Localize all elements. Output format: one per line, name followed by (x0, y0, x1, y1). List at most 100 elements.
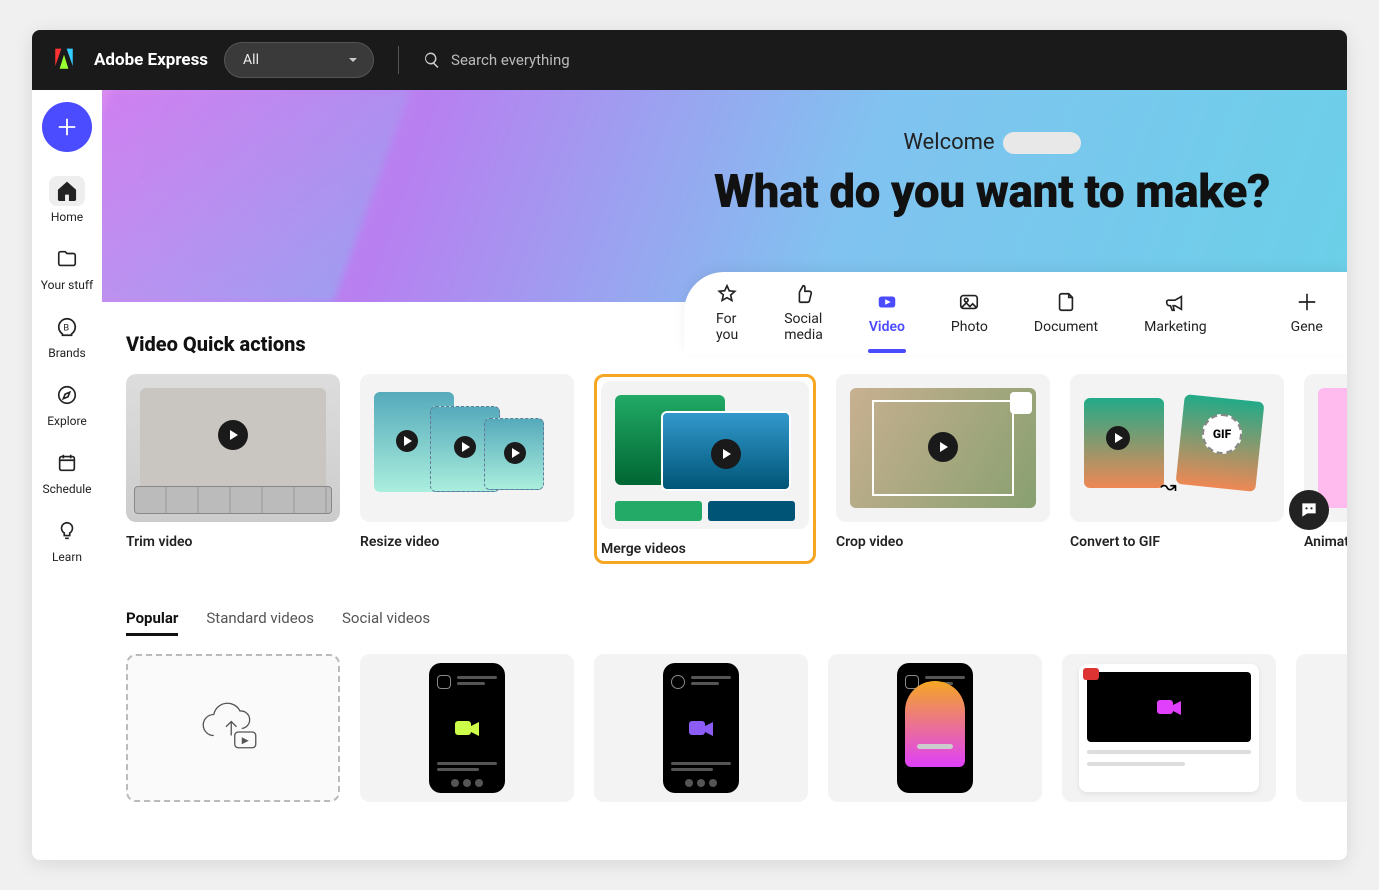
yt-mock (1079, 664, 1259, 792)
welcome-username-placeholder (1003, 132, 1081, 154)
sidebar-item-home[interactable]: Home (37, 168, 97, 232)
category-generate[interactable]: Gene (1287, 283, 1327, 343)
hero-content: Welcome What do you want to make? (677, 130, 1307, 219)
plus-icon (56, 116, 78, 138)
cat-label: For you (716, 311, 738, 343)
sidebar-item-explore[interactable]: Explore (37, 372, 97, 436)
video-cam-icon (453, 717, 481, 739)
card-title: Crop video (836, 534, 1050, 550)
card-title: Resize video (360, 534, 574, 550)
template-tabs: Popular Standard videos Social videos (126, 609, 1347, 636)
sparkle-icon (1296, 291, 1318, 313)
nav-label: Explore (47, 414, 87, 428)
welcome-text: Welcome (903, 130, 994, 155)
divider (398, 46, 399, 74)
content: Video Quick actions Trim video Resize vi… (102, 302, 1347, 802)
video-icon (876, 291, 898, 313)
thumb (601, 381, 809, 529)
phone-mock (897, 663, 973, 793)
sidebar-item-learn[interactable]: Learn (37, 508, 97, 572)
hero-banner: Welcome What do you want to make? (102, 90, 1347, 302)
hero-title: What do you want to make? (677, 165, 1307, 219)
thumb (126, 374, 340, 522)
sidebar-item-brands[interactable]: B Brands (37, 304, 97, 368)
search-icon (423, 51, 441, 69)
thumbs-up-icon (793, 283, 815, 305)
quick-action-crop-video[interactable]: Crop video (836, 374, 1050, 564)
cat-label: Video (869, 319, 905, 335)
template-youtube[interactable] (1062, 654, 1276, 802)
calendar-icon (56, 452, 78, 474)
cat-label: Marketing (1144, 319, 1207, 335)
search-filter-dropdown[interactable]: All (224, 42, 374, 78)
template-generic[interactable] (1296, 654, 1347, 802)
cat-label: Social media (784, 311, 823, 343)
video-cam-icon (1155, 696, 1183, 718)
template-tab-social[interactable]: Social videos (342, 609, 430, 636)
category-video[interactable]: Video (865, 283, 909, 343)
category-tabs: For you Social media Video Photo Documen… (684, 272, 1347, 354)
quick-actions-row: Trim video Resize video Merge videos Cro… (126, 374, 1347, 564)
lightbulb-icon (56, 520, 78, 542)
category-social-media[interactable]: Social media (780, 275, 827, 351)
nav-label: Brands (48, 346, 85, 360)
nav-label: Your stuff (41, 278, 93, 292)
folder-icon (56, 248, 78, 270)
video-cam-icon (687, 717, 715, 739)
thumb: GIF↝ (1070, 374, 1284, 522)
sidebar-item-your-stuff[interactable]: Your stuff (37, 236, 97, 300)
phone-mock (429, 663, 505, 793)
template-tab-standard[interactable]: Standard videos (206, 609, 314, 636)
upload-cloud-icon (198, 701, 268, 756)
thumb (836, 374, 1050, 522)
document-icon (1055, 291, 1077, 313)
adobe-logo-icon (50, 46, 78, 74)
phone-mock (663, 663, 739, 793)
template-upload[interactable] (126, 654, 340, 802)
filter-label: All (243, 52, 259, 68)
gif-badge: GIF (1202, 414, 1242, 454)
category-marketing[interactable]: Marketing (1140, 283, 1211, 343)
home-icon (56, 180, 78, 202)
quick-action-resize-video[interactable]: Resize video (360, 374, 574, 564)
photo-icon (958, 291, 980, 313)
thumb (360, 374, 574, 522)
nav-label: Home (51, 210, 83, 224)
search-input[interactable] (451, 51, 1329, 69)
category-document[interactable]: Document (1030, 283, 1102, 343)
card-title: Convert to GIF (1070, 534, 1284, 550)
feedback-button[interactable] (1289, 490, 1329, 530)
quick-action-trim-video[interactable]: Trim video (126, 374, 340, 564)
template-instagram-story[interactable] (828, 654, 1042, 802)
compass-icon (56, 384, 78, 406)
card-title: Trim video (126, 534, 340, 550)
cat-label: Document (1034, 319, 1098, 335)
star-icon (716, 283, 738, 305)
template-instagram-reel[interactable] (360, 654, 574, 802)
app-window: Adobe Express All Home Your stuff (32, 30, 1347, 860)
template-tiktok[interactable] (594, 654, 808, 802)
category-photo[interactable]: Photo (947, 283, 992, 343)
quick-action-convert-to-gif[interactable]: GIF↝ Convert to GIF (1070, 374, 1284, 564)
sidebar-item-schedule[interactable]: Schedule (37, 440, 97, 504)
card-title: Merge videos (601, 541, 809, 557)
category-for-you[interactable]: For you (712, 275, 742, 351)
body: Home Your stuff B Brands Explore Schedul… (32, 90, 1347, 860)
megaphone-icon (1164, 291, 1186, 313)
brands-icon: B (56, 316, 78, 338)
create-new-button[interactable] (42, 102, 92, 152)
brand-title: Adobe Express (94, 50, 208, 70)
chat-smile-icon (1299, 500, 1319, 520)
main: Welcome What do you want to make? For yo… (102, 90, 1347, 860)
cat-label: Gene (1291, 319, 1323, 335)
nav-label: Learn (52, 550, 82, 564)
card-title: Animate fro (1304, 534, 1347, 550)
topbar: Adobe Express All (32, 30, 1347, 90)
quick-action-merge-videos[interactable]: Merge videos (594, 374, 816, 564)
sidebar: Home Your stuff B Brands Explore Schedul… (32, 90, 102, 860)
quick-action-animate[interactable]: Animate fro (1304, 374, 1347, 564)
nav-label: Schedule (42, 482, 91, 496)
svg-text:B: B (63, 324, 69, 334)
template-tab-popular[interactable]: Popular (126, 609, 178, 636)
search-wrap (415, 51, 1329, 69)
